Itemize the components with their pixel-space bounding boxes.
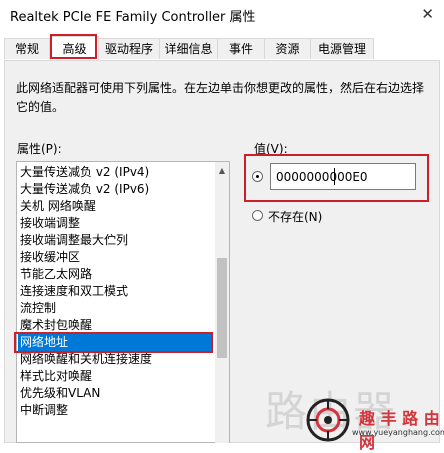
tab-details[interactable]: 详细信息	[159, 38, 218, 59]
list-item[interactable]: 网络唤醒和关机连接速度	[20, 351, 152, 368]
property-label: 属性(P):	[17, 142, 62, 156]
description-text: 此网络适配器可使用下列属性。在左边单击你想更改的属性，然后在右边选择它的值。	[16, 81, 425, 114]
tab-resources[interactable]: 资源	[264, 38, 311, 59]
tab-events[interactable]: 事件	[217, 38, 265, 59]
scroll-up-arrow-icon[interactable]: ▲	[215, 164, 229, 178]
list-item[interactable]: 关机 网络唤醒	[20, 198, 96, 215]
list-item[interactable]: 大量传送减负 v2 (IPv6)	[20, 181, 149, 198]
tab-power-management[interactable]: 电源管理	[310, 38, 374, 59]
watermark-url: www.yueyanghang.com	[352, 428, 444, 437]
window-title: Realtek PCIe FE Family Controller 属性	[10, 10, 256, 25]
title-bar: Realtek PCIe FE Family Controller 属性 ✕	[0, 0, 444, 30]
listbox-scrollbar[interactable]: ▲	[215, 162, 229, 443]
list-item[interactable]: 接收缓冲区	[20, 249, 80, 266]
list-item[interactable]: 大量传送减负 v2 (IPv4)	[20, 164, 149, 181]
value-radio[interactable]	[252, 171, 263, 182]
tab-highlight-box	[50, 34, 97, 59]
tab-driver[interactable]: 驱动程序	[98, 38, 160, 59]
list-item[interactable]: 中断调整	[20, 402, 68, 419]
text-caret	[334, 168, 335, 185]
selection-highlight-box	[14, 332, 213, 353]
list-item[interactable]: 优先级和VLAN	[20, 385, 100, 402]
network-address-input[interactable]	[270, 163, 416, 190]
list-item[interactable]: 接收端调整最大伫列	[20, 232, 128, 249]
list-item[interactable]: 接收端调整	[20, 215, 80, 232]
list-item[interactable]: 流控制	[20, 300, 56, 317]
list-item[interactable]: 样式比对唤醒	[20, 368, 92, 385]
close-icon[interactable]: ✕	[421, 5, 434, 23]
watermark-logo-icon	[306, 398, 350, 442]
list-item[interactable]: 节能乙太网路	[20, 266, 92, 283]
not-present-radio[interactable]	[252, 210, 263, 221]
not-present-label[interactable]: 不存在(N)	[268, 208, 322, 225]
list-item[interactable]: 连接速度和双工模式	[20, 283, 128, 300]
tab-general[interactable]: 常规	[4, 38, 50, 59]
property-listbox[interactable]: 大量传送减负 v2 (IPv4) 大量传送减负 v2 (IPv6) 关机 网络唤…	[16, 161, 230, 443]
scroll-thumb[interactable]	[217, 258, 227, 358]
